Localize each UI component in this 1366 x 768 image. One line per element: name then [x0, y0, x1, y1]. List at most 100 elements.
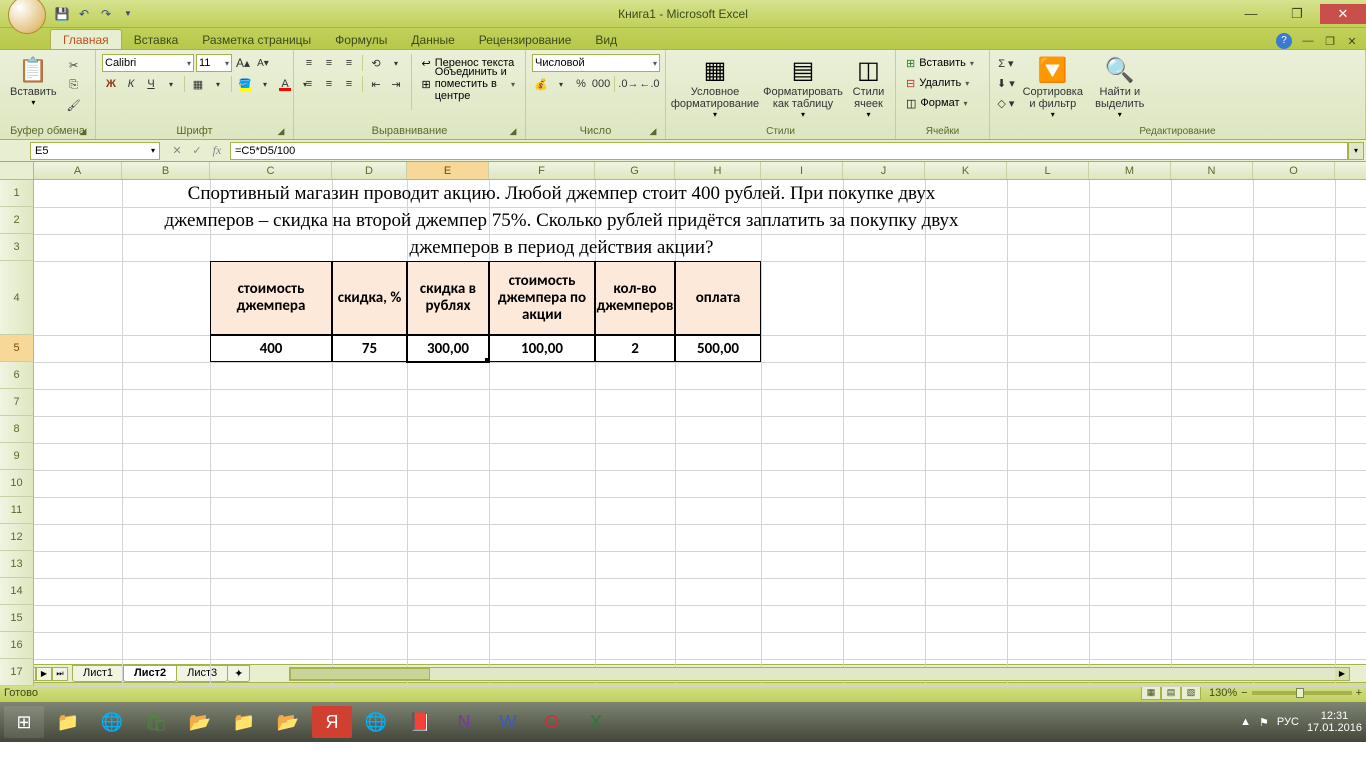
taskbar-excel-icon[interactable]: X — [576, 706, 616, 738]
doc-restore-button[interactable]: ❐ — [1320, 33, 1340, 49]
row-header[interactable]: 12 — [0, 524, 34, 551]
launcher-icon[interactable]: ◢ — [275, 126, 287, 138]
row-header[interactable]: 1 — [0, 180, 34, 207]
cell-styles-button[interactable]: ◫Стили ячеек▾ — [848, 52, 889, 121]
cell[interactable]: 500,00 — [675, 335, 761, 362]
align-right-icon[interactable]: ≡ — [340, 75, 358, 93]
column-header[interactable]: K — [925, 162, 1007, 179]
cell[interactable]: 400 — [210, 335, 332, 362]
increase-indent-icon[interactable]: ⇥ — [387, 75, 405, 93]
scroll-right-icon[interactable]: ▶ — [1335, 668, 1349, 680]
column-header[interactable]: F — [489, 162, 595, 179]
select-all-corner[interactable] — [0, 162, 34, 179]
maximize-button[interactable]: ❐ — [1274, 4, 1320, 24]
minimize-button[interactable]: — — [1228, 4, 1274, 24]
tab-view[interactable]: Вид — [583, 30, 629, 49]
cell[interactable]: стоимость джемпера по акции — [489, 261, 595, 335]
doc-close-button[interactable]: ✕ — [1342, 33, 1362, 49]
cell[interactable]: скидка в рублях — [407, 261, 489, 335]
formula-bar[interactable]: =C5*D5/100 — [230, 142, 1348, 160]
percent-icon[interactable]: % — [572, 75, 590, 93]
merge-center-button[interactable]: ⊞Объединить и поместить в центре▾ — [418, 75, 520, 93]
launcher-icon[interactable]: ◢ — [77, 126, 89, 138]
column-header[interactable]: H — [675, 162, 761, 179]
tray-up-icon[interactable]: ▲ — [1240, 716, 1251, 728]
cell[interactable]: кол-во джемперов — [595, 261, 675, 335]
row-header[interactable]: 13 — [0, 551, 34, 578]
help-icon[interactable]: ? — [1276, 33, 1292, 49]
row-header[interactable]: 16 — [0, 632, 34, 659]
format-cells-button[interactable]: ◫Формат▾ — [902, 94, 978, 112]
column-header[interactable]: N — [1171, 162, 1253, 179]
taskbar-app[interactable]: Я — [312, 706, 352, 738]
cell[interactable]: 2 — [595, 335, 675, 362]
fx-icon[interactable]: fx — [208, 142, 226, 160]
column-header[interactable]: B — [122, 162, 210, 179]
font-name-combo[interactable]: Calibri▾ — [102, 54, 194, 72]
expand-formula-icon[interactable]: ▾ — [1348, 142, 1364, 160]
column-header[interactable]: J — [843, 162, 925, 179]
cancel-formula-icon[interactable]: ✕ — [168, 142, 186, 160]
redo-icon[interactable]: ↷ — [96, 4, 116, 24]
row-header[interactable]: 14 — [0, 578, 34, 605]
border-dd[interactable]: ▾ — [209, 75, 227, 93]
close-button[interactable]: ✕ — [1320, 4, 1366, 24]
orientation-icon[interactable]: ⟲ — [367, 54, 385, 72]
scroll-thumb[interactable] — [290, 668, 430, 680]
tray-lang[interactable]: РУС — [1277, 716, 1299, 728]
conditional-format-button[interactable]: ▦Условное форматирование▾ — [672, 52, 758, 121]
increase-font-icon[interactable]: A▴ — [234, 54, 252, 72]
tab-formulas[interactable]: Формулы — [323, 30, 399, 49]
row-header[interactable]: 9 — [0, 443, 34, 470]
column-header[interactable]: A — [34, 162, 122, 179]
row-header[interactable]: 8 — [0, 416, 34, 443]
taskbar-app[interactable]: 🌐 — [92, 706, 132, 738]
undo-icon[interactable]: ↶ — [74, 4, 94, 24]
launcher-icon[interactable]: ◢ — [507, 126, 519, 138]
save-icon[interactable]: 💾 — [52, 4, 72, 24]
tab-home[interactable]: Главная — [50, 29, 122, 49]
launcher-icon[interactable]: ◢ — [647, 126, 659, 138]
column-header[interactable]: G — [595, 162, 675, 179]
align-top-icon[interactable]: ≡ — [300, 54, 318, 72]
taskbar-app[interactable]: 📂 — [268, 706, 308, 738]
taskbar-app[interactable]: 📕 — [400, 706, 440, 738]
tab-data[interactable]: Данные — [399, 30, 466, 49]
delete-cells-button[interactable]: ⊟Удалить▾ — [902, 74, 978, 92]
increase-decimal-icon[interactable]: .0→ — [619, 75, 638, 93]
format-painter-icon[interactable]: 🖌 — [65, 96, 83, 114]
office-button[interactable] — [8, 0, 46, 34]
underline-dd[interactable]: ▾ — [162, 75, 180, 93]
fill-dd[interactable]: ▾ — [256, 75, 274, 93]
column-header[interactable]: C — [210, 162, 332, 179]
taskbar-app[interactable]: 🌐 — [356, 706, 396, 738]
underline-button[interactable]: Ч — [142, 75, 160, 93]
row-header[interactable]: 2 — [0, 207, 34, 234]
row-header[interactable]: 10 — [0, 470, 34, 497]
tray-flag-icon[interactable]: ⚑ — [1259, 716, 1269, 729]
taskbar-app[interactable]: 📁 — [48, 706, 88, 738]
taskbar-word-icon[interactable]: W — [488, 706, 528, 738]
cell[interactable]: Спортивный магазин проводит акцию. Любой… — [34, 180, 1089, 207]
currency-icon[interactable]: 💰 — [532, 75, 550, 93]
row-header[interactable]: 6 — [0, 362, 34, 389]
taskbar-app[interactable]: 🛍 — [136, 706, 176, 738]
qat-customize-icon[interactable]: ▼ — [118, 4, 138, 24]
format-table-button[interactable]: ▤Форматировать как таблицу▾ — [762, 52, 844, 121]
fill-icon[interactable]: ⬇ ▾ — [996, 74, 1016, 92]
cell[interactable]: джемперов в период действия акции? — [34, 234, 1089, 261]
row-header[interactable]: 3 — [0, 234, 34, 261]
row-header[interactable]: 4 — [0, 261, 34, 335]
cell[interactable]: 75 — [332, 335, 407, 362]
enter-formula-icon[interactable]: ✓ — [188, 142, 206, 160]
row-header[interactable]: 15 — [0, 605, 34, 632]
align-bottom-icon[interactable]: ≡ — [340, 54, 358, 72]
autosum-icon[interactable]: Σ ▾ — [996, 54, 1016, 72]
decrease-decimal-icon[interactable]: ←.0 — [640, 75, 659, 93]
border-icon[interactable]: ▦ — [189, 75, 207, 93]
fill-color-icon[interactable]: 🪣 — [236, 75, 254, 93]
font-size-combo[interactable]: 11▾ — [196, 54, 232, 72]
column-header[interactable]: M — [1089, 162, 1171, 179]
column-header[interactable]: I — [761, 162, 843, 179]
sort-filter-button[interactable]: 🔽Сортировка и фильтр▾ — [1020, 52, 1086, 121]
